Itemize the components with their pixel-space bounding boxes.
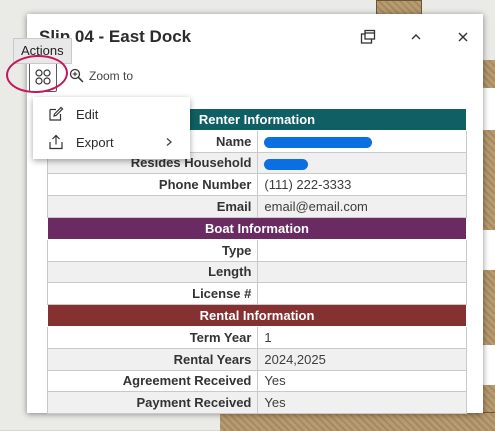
field-value: email@email.com [257,195,467,218]
field-label: Phone Number [46,173,259,197]
popup-header: Slip 04 - East Dock [27,14,483,60]
field-label: Agreement Received [46,369,259,393]
menu-item-label: Edit [76,106,99,122]
collapse-button[interactable] [405,26,427,48]
field-value [257,260,467,284]
close-button[interactable] [452,26,474,48]
table-row: Length [46,260,467,284]
table-row: Phone Number (111) 222-3333 [46,173,467,197]
menu-item-label: Export [76,134,114,150]
table-row: License # [46,282,467,306]
section-title: Boat Information [47,216,467,240]
map-dock-feature[interactable] [220,412,495,431]
feature-popup: Slip 04 - East Dock Zoom to Renter Infor… [27,14,483,415]
redaction-mark [264,136,373,148]
table-row: Rental Years 2024,2025 [46,347,467,371]
section-header-rental: Rental Information [47,304,467,327]
field-label: Term Year [46,325,259,349]
table-row: Type [46,238,467,262]
field-value [257,238,467,262]
chevron-up-icon [411,34,421,40]
field-label: Type [46,238,259,262]
field-value: Yes [257,391,467,415]
popup-toolbar: Zoom to [27,62,483,92]
close-icon [458,32,468,42]
field-value: 2024,2025 [257,347,467,371]
actions-icon [35,69,51,85]
field-value: Yes [257,369,467,393]
actions-button[interactable] [29,62,57,92]
actions-menu: Edit Export [33,97,190,159]
field-label: Payment Received [46,391,259,415]
field-value-redacted [257,129,467,153]
dock-button[interactable] [357,26,379,48]
actions-tooltip: Actions [13,38,72,64]
field-value [257,282,467,306]
table-row: Term Year 1 [46,325,467,349]
section-header-boat: Boat Information [47,216,467,240]
field-value: 1 [257,325,467,349]
field-label: Email [46,195,259,218]
zoom-to-button[interactable]: Zoom to [69,68,133,83]
menu-item-export[interactable]: Export [33,128,190,156]
table-row: Payment Received Yes [46,391,467,415]
field-label: Length [46,260,259,284]
chevron-right-icon [164,135,174,150]
field-value: (111) 222-3333 [257,173,467,197]
zoom-in-icon [69,68,84,83]
edit-icon [46,106,66,122]
field-value-redacted [257,151,467,175]
export-icon [46,134,66,150]
table-row: Agreement Received Yes [46,369,467,393]
zoom-to-label: Zoom to [89,68,134,83]
table-row: Email email@email.com [46,195,467,218]
menu-item-edit[interactable]: Edit [33,100,190,128]
redaction-mark [264,158,309,170]
field-label: License # [46,282,259,306]
field-label: Rental Years [46,347,259,371]
section-title: Rental Information [47,304,467,327]
dock-icon [360,29,376,44]
